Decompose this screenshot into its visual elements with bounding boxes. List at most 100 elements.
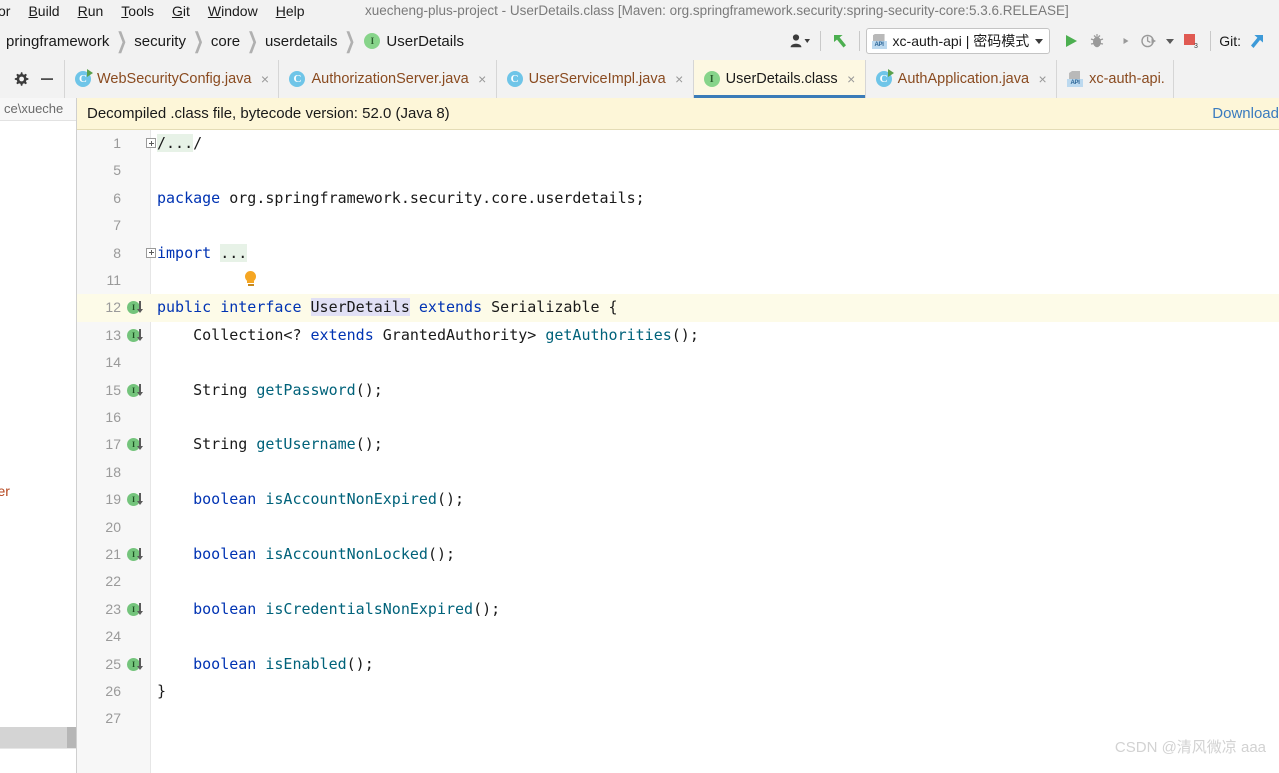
implementations-marker-icon[interactable]: I	[127, 382, 145, 399]
code-line[interactable]: 11	[77, 267, 1279, 294]
close-icon[interactable]: ×	[674, 71, 685, 87]
code-line[interactable]: 24	[77, 623, 1279, 650]
menu-bar: or Build Run Tools Git Window Help xuecheng-pl…	[0, 0, 1279, 22]
code-token: isEnabled	[265, 654, 347, 673]
code-line[interactable]: 19 I boolean isAccountNonExpired();	[77, 486, 1279, 513]
editor-tab-websecurityconfig-java[interactable]: C WebSecurityConfig.java ×	[65, 60, 280, 98]
code-token: /...	[157, 134, 194, 152]
line-number: 11	[106, 272, 121, 288]
line-number: 18	[105, 463, 121, 480]
code-token: package	[157, 188, 221, 207]
update-project-icon[interactable]	[827, 26, 853, 56]
code-line[interactable]: 21 I boolean isAccountNonLocked();	[77, 541, 1279, 568]
implementations-marker-icon[interactable]: I	[127, 601, 145, 618]
run-with-coverage-button[interactable]	[1110, 26, 1136, 56]
profiler-button[interactable]	[1136, 26, 1162, 56]
breadcrumb-item-core[interactable]: core	[205, 33, 246, 50]
intention-bulb-icon[interactable]	[243, 271, 258, 289]
close-icon[interactable]: ×	[846, 71, 857, 87]
code-line[interactable]: 5	[77, 157, 1279, 184]
code-text: String getUsername();	[157, 431, 383, 458]
breadcrumb-item-current[interactable]: I UserDetails	[356, 33, 470, 50]
menu-item-build[interactable]: Build	[19, 0, 68, 22]
code-line[interactable]: 18	[77, 459, 1279, 486]
navigation-bar: pringframework ❯ security ❯ core ❯ userdetails…	[0, 22, 1279, 61]
stop-button[interactable]: 3	[1178, 26, 1204, 56]
menu-item-help[interactable]: Help	[267, 0, 314, 22]
project-tree-selected-item[interactable]: l	[0, 727, 76, 749]
code-token: ...	[220, 243, 248, 262]
line-number: 25	[105, 655, 121, 672]
code-line[interactable]: 22	[77, 568, 1279, 595]
line-number: 12	[105, 299, 121, 316]
implementations-marker-icon[interactable]: I	[127, 436, 145, 453]
profiler-dropdown-icon[interactable]	[1162, 26, 1178, 56]
code-line[interactable]: 16	[77, 404, 1279, 431]
git-update-icon[interactable]	[1245, 26, 1271, 56]
menu-item-git[interactable]: Git	[163, 0, 199, 22]
hide-panel-icon[interactable]	[34, 60, 60, 98]
project-scrollbar-thumb[interactable]	[67, 727, 76, 749]
project-tool-window[interactable]: ce\xueche erverfignfig l	[0, 98, 77, 773]
code-editor[interactable]: 1 /.../ 5 6 package org.springframework.secu…	[77, 130, 1279, 773]
code-line[interactable]: 26}	[77, 678, 1279, 705]
code-line[interactable]: 6 package org.springframework.security.co…	[77, 185, 1279, 212]
editor-tab-authapplication-java[interactable]: C AuthApplication.java ×	[866, 60, 1058, 98]
project-tree-item[interactable]: erver	[0, 483, 10, 499]
code-line[interactable]: 8 import ...	[77, 240, 1279, 267]
code-line[interactable]: 17 I String getUsername();	[77, 431, 1279, 458]
line-number: 20	[105, 518, 121, 535]
code-token: boolean	[193, 654, 257, 673]
editor-tab-xc-auth-api-[interactable]: API xc-auth-api.	[1057, 60, 1174, 98]
code-token: ();	[355, 380, 383, 399]
breadcrumb-item-pringframework[interactable]: pringframework	[0, 33, 115, 50]
close-icon[interactable]: ×	[1037, 71, 1048, 87]
close-icon[interactable]: ×	[259, 71, 270, 87]
menu-item-window[interactable]: Window	[199, 0, 267, 22]
line-number: 21	[105, 546, 121, 562]
implementations-marker-icon[interactable]: I	[127, 546, 145, 563]
menu-item-tools[interactable]: Tools	[112, 0, 163, 22]
run-configuration-name: xc-auth-api | 密码模式	[892, 33, 1030, 49]
implementations-marker-icon[interactable]: I	[127, 299, 145, 316]
code-fold-expand-icon[interactable]	[146, 138, 156, 148]
code-line[interactable]: 20	[77, 514, 1279, 541]
code-line[interactable]: 25 I boolean isEnabled();	[77, 651, 1279, 678]
code-line[interactable]: 13 I Collection<? extends GrantedAuthorit…	[77, 322, 1279, 349]
implementations-marker-icon[interactable]: I	[127, 327, 145, 344]
code-text: boolean isAccountNonLocked();	[157, 541, 455, 568]
code-line[interactable]: 7	[77, 212, 1279, 239]
implementations-marker-icon[interactable]: I	[127, 656, 145, 673]
settings-gear-icon[interactable]	[8, 60, 34, 98]
breadcrumb-separator-icon: ❯	[344, 27, 356, 53]
run-button[interactable]	[1058, 26, 1084, 56]
code-line[interactable]: 23 I boolean isCredentialsNonExpired();	[77, 596, 1279, 623]
toolbar-separator	[819, 31, 821, 51]
debug-button[interactable]	[1084, 26, 1110, 56]
code-line[interactable]: 14	[77, 349, 1279, 376]
user-dropdown-icon[interactable]	[788, 26, 814, 56]
implementations-marker-icon[interactable]: I	[127, 491, 145, 508]
idea-window: or Build Run Tools Git Window Help xuecheng-pl…	[0, 0, 1279, 773]
editor-tab-authorizationserver-java[interactable]: C AuthorizationServer.java ×	[279, 60, 497, 98]
breadcrumb-item-userdetails[interactable]: userdetails	[259, 33, 344, 50]
editor-tab-userserviceimpl-java[interactable]: C UserServiceImpl.java ×	[497, 60, 694, 98]
run-configuration-selector[interactable]: API xc-auth-api | 密码模式	[865, 28, 1051, 54]
window-title: xuecheng-plus-project - UserDetails.clas…	[365, 3, 1069, 18]
java-class-icon: C	[506, 71, 523, 87]
menu-item-run[interactable]: Run	[69, 0, 113, 22]
line-number: 24	[105, 628, 121, 645]
code-token: UserDetails	[310, 298, 410, 317]
code-line[interactable]: 12 Ipublic interface UserDetails extends …	[77, 294, 1279, 322]
breadcrumb-item-security[interactable]: security	[128, 33, 192, 50]
close-icon[interactable]: ×	[477, 71, 488, 87]
menu-item-or[interactable]: or	[0, 0, 19, 22]
download-sources-link[interactable]: Download	[1212, 98, 1279, 130]
code-line[interactable]: 15 I String getPassword();	[77, 377, 1279, 404]
editor-tab-userdetails-class[interactable]: I UserDetails.class ×	[693, 60, 866, 98]
toolbar-separator	[858, 31, 860, 51]
project-tree-item[interactable]: nfig	[0, 557, 1, 573]
code-line[interactable]: 1 /.../	[77, 130, 1279, 157]
code-fold-expand-icon[interactable]	[146, 247, 156, 258]
code-line[interactable]: 27	[77, 705, 1279, 732]
